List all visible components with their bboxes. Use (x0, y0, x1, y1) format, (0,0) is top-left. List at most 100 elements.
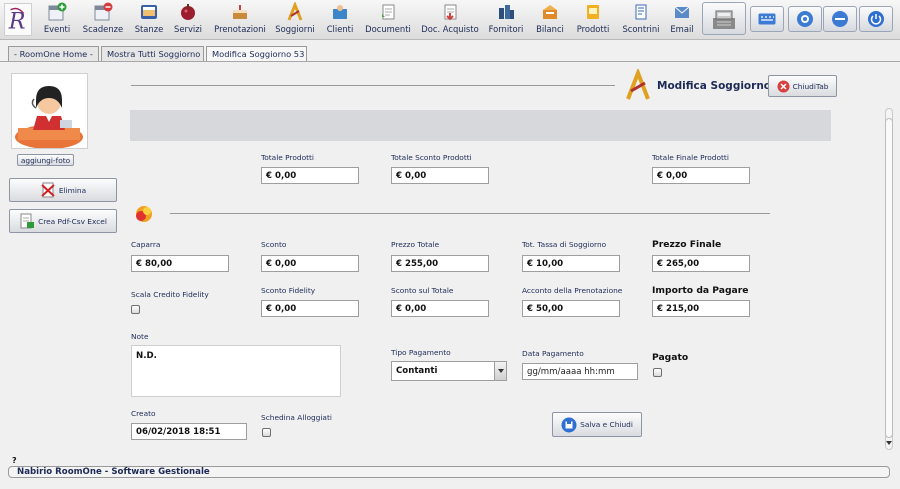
data-pagamento-field[interactable]: gg/mm/aaaa hh:mm (522, 363, 638, 380)
close-tab-button[interactable]: ChiudiTab (768, 75, 837, 97)
close-icon (777, 80, 790, 92)
toolbar-scontrini[interactable]: Scontrini (621, 1, 661, 38)
payment-section-icon (136, 206, 152, 222)
suppliers-icon (499, 5, 514, 19)
power-icon (868, 11, 884, 27)
settings-button[interactable] (788, 6, 822, 32)
label-note: Note (131, 332, 149, 341)
sconto-fidelity-field[interactable]: € 0,00 (261, 300, 359, 317)
receipt-icon (635, 4, 647, 20)
totale-sconto-prodotti-field[interactable]: € 0,00 (391, 167, 489, 184)
email-icon (674, 6, 690, 18)
totale-finale-prodotti-field[interactable]: € 0,00 (652, 167, 750, 184)
add-photo-button[interactable]: aggiungi-foto (17, 154, 74, 166)
save-close-button[interactable]: Salva e Chiudi (552, 412, 642, 437)
sconto-totale-field[interactable]: € 0,00 (391, 300, 489, 317)
products-icon (587, 5, 599, 19)
keyboard-button[interactable] (750, 6, 784, 32)
delete-button[interactable]: Elimina (9, 178, 117, 202)
cash-register-icon (713, 10, 735, 29)
balance-icon (543, 5, 557, 19)
note-textarea[interactable]: N.D. (131, 345, 341, 397)
toolbar-clienti[interactable]: Clienti (325, 1, 355, 38)
label-acconto: Acconto della Prenotazione (522, 286, 623, 295)
toolbar-fornitori[interactable]: Fornitori (488, 1, 524, 38)
label-tassa-soggiorno: Tot. Tassa di Soggiorno (522, 240, 607, 249)
help-mark[interactable]: ? (12, 456, 17, 465)
tab-show-all-stays[interactable]: Mostra Tutti Soggiorno (101, 46, 204, 62)
delete-icon (41, 182, 55, 198)
section-divider (170, 213, 770, 214)
minimize-button[interactable] (823, 6, 857, 32)
label-totale-prodotti: Totale Prodotti (261, 153, 314, 162)
toolbar-servizi[interactable]: Servizi (172, 1, 204, 38)
toolbar-email[interactable]: Email (668, 1, 696, 38)
save-icon (561, 417, 577, 432)
label-sconto: Sconto (261, 240, 287, 249)
label-creato: Creato (131, 409, 156, 418)
app-logo[interactable]: R (4, 3, 32, 36)
stay-title-icon (626, 69, 650, 100)
toolbar-soggiorni[interactable]: Soggiorni (274, 1, 316, 38)
prezzo-finale-field[interactable]: € 265,00 (652, 255, 750, 272)
power-button[interactable] (859, 6, 893, 32)
sconto-field[interactable]: € 0,00 (261, 255, 359, 272)
caparra-field[interactable]: € 80,00 (131, 255, 229, 272)
label-data-pagamento: Data Pagamento (522, 349, 584, 358)
label-caparra: Caparra (131, 240, 161, 249)
label-totale-sconto-prodotti: Totale Sconto Prodotti (391, 153, 472, 162)
services-icon (181, 4, 195, 20)
tab-edit-stay[interactable]: Modifica Soggiorno 53 (206, 46, 307, 62)
label-sconto-fidelity: Sconto Fidelity (261, 286, 316, 295)
label-prezzo-totale: Prezzo Totale (391, 240, 440, 249)
main-toolbar: R Eventi Scadenze Stanze Servizi Prenota… (0, 0, 900, 40)
label-totale-finale-prodotti: Totale Finale Prodotti (652, 153, 729, 162)
creato-field[interactable]: 06/02/2018 18:51 (131, 423, 247, 440)
label-schedina: Schedina Alloggiati (261, 413, 332, 422)
stay-icon (287, 2, 303, 21)
header-divider (131, 85, 615, 86)
status-bar: Nabirio RoomOne - Software Gestionale (8, 466, 890, 478)
export-document-icon (20, 213, 35, 229)
page-title: Modifica Soggiorno (657, 80, 772, 92)
export-pdf-csv-button[interactable]: Crea Pdf-Csv Excel (9, 209, 117, 233)
scroll-down-arrow[interactable] (884, 439, 894, 447)
toolbar-scadenze[interactable]: Scadenze (81, 1, 125, 38)
client-photo (11, 73, 88, 149)
label-scala-credito: Scala Credito Fidelity (131, 290, 209, 299)
chevron-down-icon[interactable] (494, 362, 506, 380)
section-header-bar (130, 110, 831, 141)
cash-register-button[interactable] (702, 2, 746, 35)
label-prezzo-finale: Prezzo Finale (652, 239, 722, 250)
receptionist-avatar-icon (15, 86, 83, 149)
toolbar-bilanci[interactable]: Bilanci (534, 1, 566, 38)
acconto-field[interactable]: € 50,00 (522, 300, 620, 317)
toolbar-documenti[interactable]: Documenti (365, 1, 411, 38)
minus-icon (832, 11, 848, 27)
prezzo-totale-field[interactable]: € 255,00 (391, 255, 489, 272)
label-pagato: Pagato (652, 352, 689, 363)
cake-icon (233, 5, 247, 19)
tassa-soggiorno-field[interactable]: € 10,00 (522, 255, 620, 272)
calendar-minus-icon (94, 2, 113, 21)
scrollbar-thumb[interactable] (885, 118, 893, 438)
schedina-checkbox[interactable] (262, 428, 271, 437)
toolbar-doc-acquisto[interactable]: Doc. Acquisto (420, 1, 480, 38)
toolbar-prenotazioni[interactable]: Prenotazioni (212, 1, 268, 38)
gear-icon (797, 11, 813, 27)
tipo-pagamento-select[interactable]: Contanti (391, 361, 507, 381)
tab-divider (0, 61, 900, 62)
keyboard-icon (758, 13, 776, 25)
tab-home[interactable]: - RoomOne Home - (8, 46, 99, 62)
toolbar-prodotti[interactable]: Prodotti (575, 1, 611, 38)
pagato-checkbox[interactable] (653, 368, 662, 377)
scala-credito-checkbox[interactable] (131, 305, 140, 314)
totale-prodotti-field[interactable]: € 0,00 (261, 167, 359, 184)
clients-icon (333, 5, 347, 19)
calendar-plus-icon (48, 2, 67, 21)
purchase-document-icon (444, 4, 457, 21)
toolbar-stanze[interactable]: Stanze (133, 1, 165, 38)
importo-da-pagare-field[interactable]: € 215,00 (652, 300, 750, 317)
document-icon (382, 4, 395, 20)
toolbar-eventi[interactable]: Eventi (41, 1, 73, 38)
